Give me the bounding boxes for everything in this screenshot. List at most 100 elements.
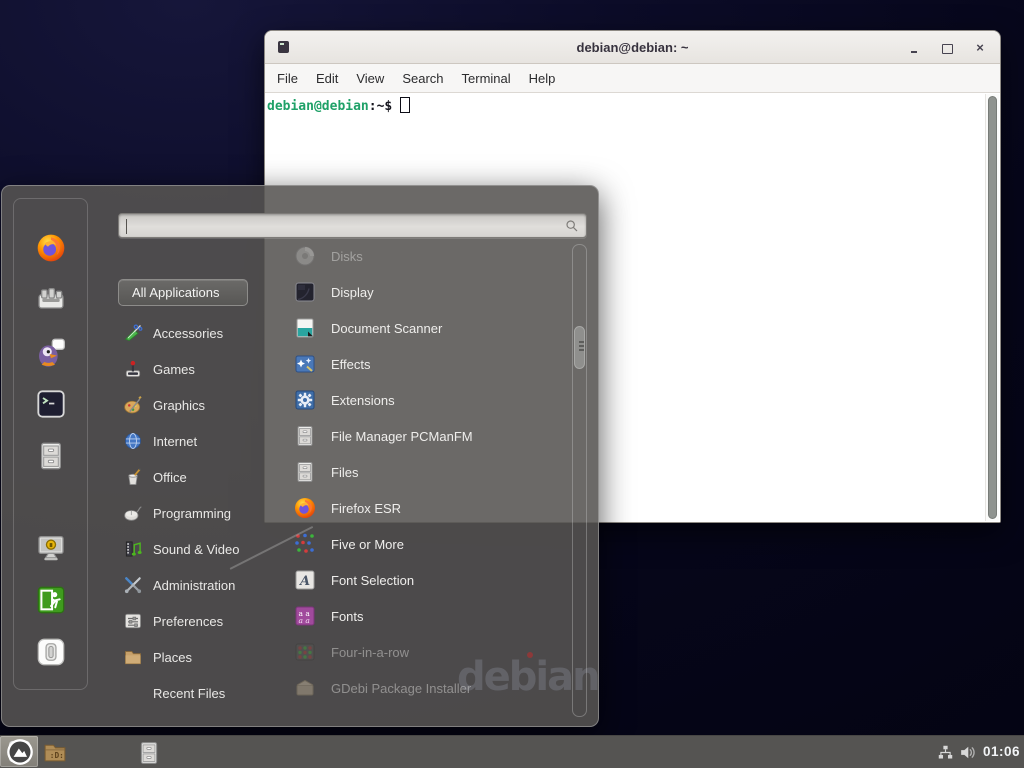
search-input[interactable] [125,216,555,235]
category-label: Recent Files [153,686,225,701]
app-item-display[interactable]: Display [278,274,560,310]
logout-icon[interactable] [35,584,67,616]
terminal-menu-help[interactable]: Help [529,71,556,86]
effects-icon [293,352,317,376]
category-label: Programming [153,506,231,521]
window-title: debian@debian: ~ [265,40,1000,55]
volume-icon[interactable] [958,743,977,762]
cabinet-icon [293,424,317,448]
file-manager-icon[interactable] [35,440,67,472]
terminal-menu-view[interactable]: View [356,71,384,86]
font-selection-icon: A [293,568,317,592]
search-box [118,213,587,238]
display-icon [293,280,317,304]
menu-scrollbar-thumb[interactable] [574,326,585,369]
close-button[interactable]: × [974,42,986,54]
desktop-launcher-icon[interactable]: :D: [42,740,68,765]
app-list: Disks Display Document Scanner Effects Exten… [278,238,560,706]
category-item-graphics[interactable]: Graphics [118,387,270,423]
category-item-sound-video[interactable]: Sound & Video [118,531,270,567]
search-caret [126,219,127,234]
app-item-firefox-esr[interactable]: Firefox ESR [278,490,560,526]
category-item-recent-files[interactable]: Recent Files [118,675,270,711]
category-item-accessories[interactable]: Accessories [118,315,270,351]
app-item-file-manager-pcmanfm[interactable]: File Manager PCManFM [278,418,560,454]
terminal-menu-search[interactable]: Search [402,71,443,86]
games-icon [123,359,143,379]
shutdown-icon[interactable] [35,636,67,668]
category-item-internet[interactable]: Internet [118,423,270,459]
category-item-games[interactable]: Games [118,351,270,387]
app-label: Four-in-a-row [331,645,409,660]
category-label: All Applications [132,285,219,300]
category-label: Internet [153,434,197,449]
app-label: Fonts [331,609,364,624]
svg-text:A: A [298,574,310,589]
app-item-five-or-more[interactable]: Five or More [278,526,560,562]
category-item-places[interactable]: Places [118,639,270,675]
control-center-icon[interactable] [35,284,67,316]
application-menu: debian All Applications AccessoriesGames… [1,185,599,727]
administration-icon [123,575,143,595]
app-item-disks[interactable]: Disks [278,238,560,274]
app-label: Five or More [331,537,404,552]
network-icon[interactable] [937,744,954,761]
app-item-fonts[interactable]: a aa aFonts [278,598,560,634]
category-item-office[interactable]: Office [118,459,270,495]
app-item-effects[interactable]: Effects [278,346,560,382]
terminal-scrollbar[interactable] [985,94,999,521]
maximize-button[interactable] [941,42,953,54]
search-icon [564,218,580,234]
minimize-button[interactable] [908,42,920,54]
category-list: All Applications Accessories Games Graphic… [118,279,270,711]
category-label: Administration [153,578,235,593]
category-label: Accessories [153,326,223,341]
app-label: Firefox ESR [331,501,401,516]
app-label: Files [331,465,358,480]
menu-scrollbar[interactable] [572,244,587,717]
app-item-files[interactable]: Files [278,454,560,490]
category-item-preferences[interactable]: Preferences [118,603,270,639]
firefox-icon[interactable] [35,232,67,264]
prompt-path: :~$ [369,99,392,114]
app-item-document-scanner[interactable]: Document Scanner [278,310,560,346]
document-scanner-icon [293,316,317,340]
category-label: Graphics [153,398,205,413]
app-label: Disks [331,249,363,264]
category-label: Sound & Video [153,542,240,557]
terminal-menu-edit[interactable]: Edit [316,71,338,86]
app-item-gdebi-package-installer[interactable]: GDebi Package Installer [278,670,560,706]
terminal-menubar: File Edit View Search Terminal Help [265,64,1000,93]
taskbar: :D: 01:06 [0,735,1024,768]
category-item-programming[interactable]: Programming [118,495,270,531]
menu-button[interactable] [6,738,34,766]
preferences-icon [123,611,143,631]
files-task-button[interactable] [136,740,162,766]
terminal-titlebar[interactable]: debian@debian: ~ × [265,31,1000,64]
app-item-font-selection[interactable]: AFont Selection [278,562,560,598]
window-controls: × [908,31,986,64]
app-label: GDebi Package Installer [331,681,471,696]
programming-icon [123,503,143,523]
firefox-icon [293,496,317,520]
prompt-user: debian@debian [267,99,369,114]
app-label: Document Scanner [331,321,442,336]
pidgin-icon[interactable] [35,336,67,368]
lock-screen-icon[interactable] [35,532,67,564]
category-item-all-applications[interactable]: All Applications [118,279,248,306]
app-item-extensions[interactable]: Extensions [278,382,560,418]
four-in-a-row-icon [293,640,317,664]
terminal-menu-terminal[interactable]: Terminal [462,71,511,86]
terminal-cursor [400,97,410,113]
blank-icon [123,683,143,703]
app-item-four-in-a-row[interactable]: Four-in-a-row [278,634,560,670]
clock[interactable]: 01:06 [983,744,1020,759]
terminal-scrollbar-thumb[interactable] [988,96,997,519]
favorites-column [13,198,88,690]
places-icon [123,647,143,667]
terminal-menu-file[interactable]: File [277,71,298,86]
category-item-administration[interactable]: Administration [118,567,270,603]
app-label: Extensions [331,393,395,408]
terminal-window-icon [278,41,289,53]
terminal-icon[interactable] [35,388,67,420]
